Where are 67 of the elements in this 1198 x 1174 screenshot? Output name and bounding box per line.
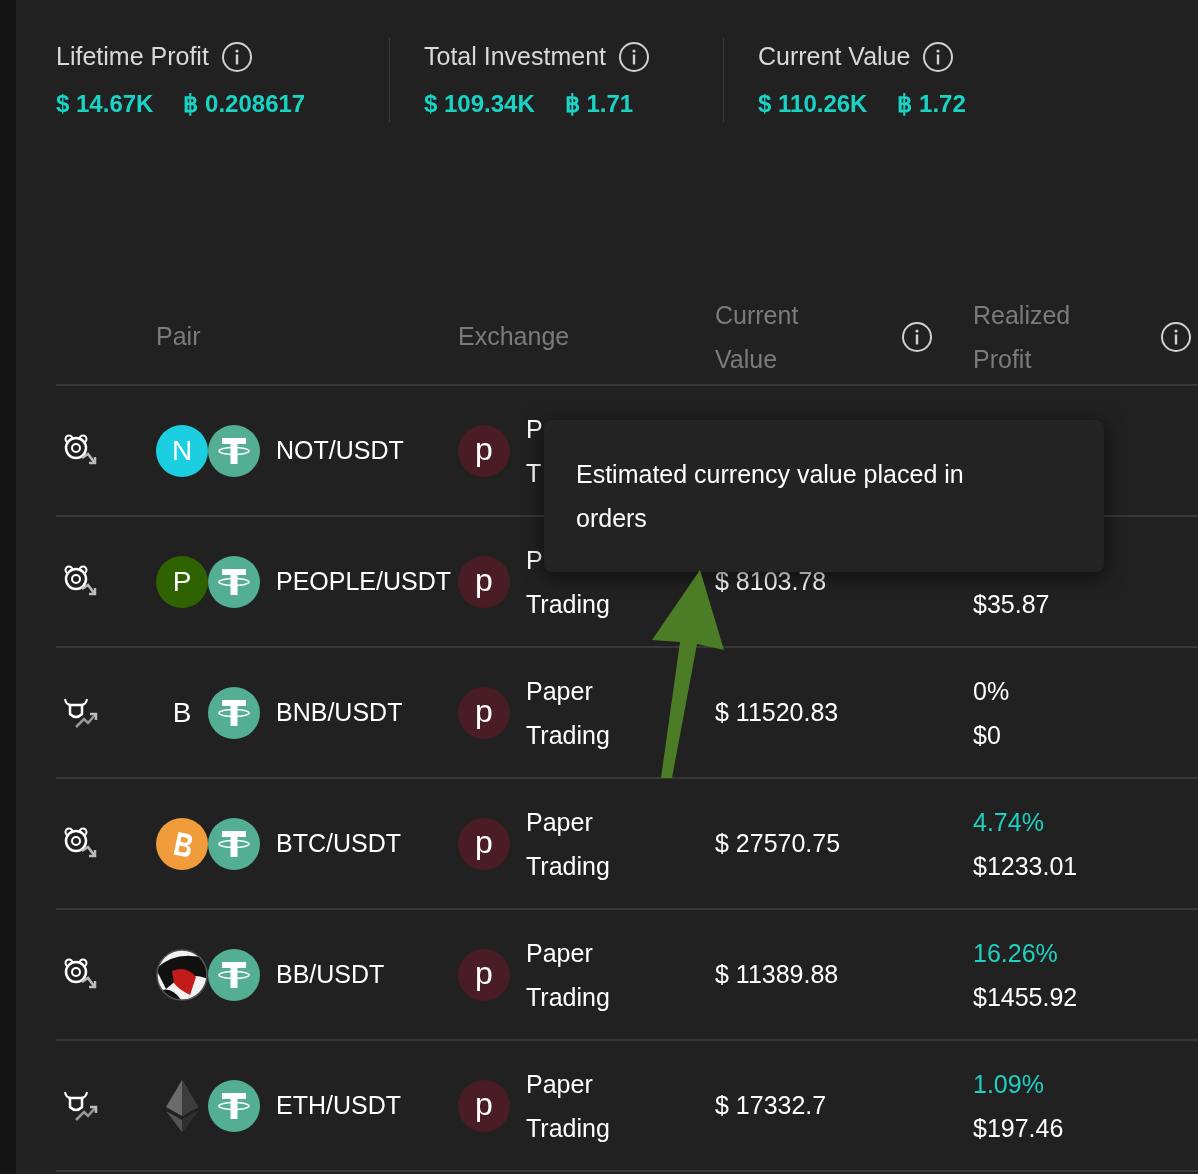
exchange-name: Paper [526,937,594,969]
tooltip-text: Estimated currency value placed in orders [576,459,965,534]
pair-name[interactable]: BB/USDT [276,955,458,994]
exchange-name: Paper [526,1068,594,1100]
column-header: Realized Profit [973,300,1072,375]
exchange-name: Paper [526,675,594,707]
current-value: $ 17332.7 [715,1090,827,1119]
pair-name[interactable]: PEOPLE/USDT [276,562,458,601]
profit-amount: $0 [973,719,1002,751]
stat-label: Total Investment [424,41,607,72]
coin-letter: B [172,695,192,730]
coin-icon: P [156,555,208,608]
profit-percent: 4.74% [973,806,1045,838]
exchange-name: T [526,457,543,489]
stat-usd-value: $ 14.67K [56,88,154,119]
info-icon[interactable] [901,321,933,353]
current-value: $ 11520.83 [715,697,839,726]
stat-label: Current Value [758,41,911,72]
exchange-badge: p [458,1079,510,1132]
profit-amount: $1233.01 [973,850,1079,882]
tether-icon [208,817,260,870]
column-header: Pair [156,321,202,353]
info-icon[interactable] [220,40,253,73]
pair-name[interactable]: BTC/USDT [276,824,458,863]
profit-percent: 16.26% [973,937,1059,969]
exchange-badge: p [458,817,510,870]
stat-usd-value: $ 109.34K [424,88,535,119]
pair-name[interactable]: NOT/USDT [276,431,458,470]
tether-icon [208,555,260,608]
exchange-badge: p [458,424,510,477]
current-value: $ 27570.75 [715,828,841,857]
current-value: $ 11389.88 [715,959,839,988]
profit-percent: 1.09% [973,1068,1045,1100]
exchange-name: P [526,413,543,445]
exchange-badge: p [458,948,510,1001]
stat-usd-value: $ 110.26K [758,88,868,119]
exchange-name: Trading [526,719,610,751]
info-icon[interactable] [1160,321,1192,353]
profit-amount: $35.87 [973,588,1051,620]
current-value: $ 8103.78 [715,566,827,595]
stat-btc-value: ฿ 1.72 [897,88,966,119]
pair-name[interactable]: BNB/USDT [276,693,458,732]
exchange-name: Trading [526,981,610,1013]
exchange-name: Trading [526,1112,610,1144]
info-icon[interactable] [922,40,955,73]
tether-icon [208,686,260,739]
profit-amount: $1455.92 [973,981,1079,1013]
column-header: Current Value [715,300,800,375]
profit-percent: 0% [973,675,1011,707]
exchange-name: Paper [526,806,594,838]
column-header: Exchange [458,321,571,353]
pair-name[interactable]: ETH/USDT [276,1086,458,1125]
coin-icon: N [156,424,208,477]
exchange-name: Trading [526,588,610,620]
tether-icon [208,948,260,1001]
stat-btc-value: ฿ 0.208617 [183,88,306,119]
info-icon[interactable] [618,40,651,73]
stat-label: Lifetime Profit [56,41,209,72]
profit-amount: $197.46 [973,1112,1065,1144]
exchange-badge: p [458,686,510,739]
exchange-name: P [526,544,544,576]
exchange-badge: p [458,555,510,608]
stat-btc-value: ฿ 1.71 [564,88,634,119]
bitcoin-icon [156,817,208,870]
tether-icon [208,424,260,477]
tether-icon [208,1079,260,1132]
exchange-name: Trading [526,850,610,882]
